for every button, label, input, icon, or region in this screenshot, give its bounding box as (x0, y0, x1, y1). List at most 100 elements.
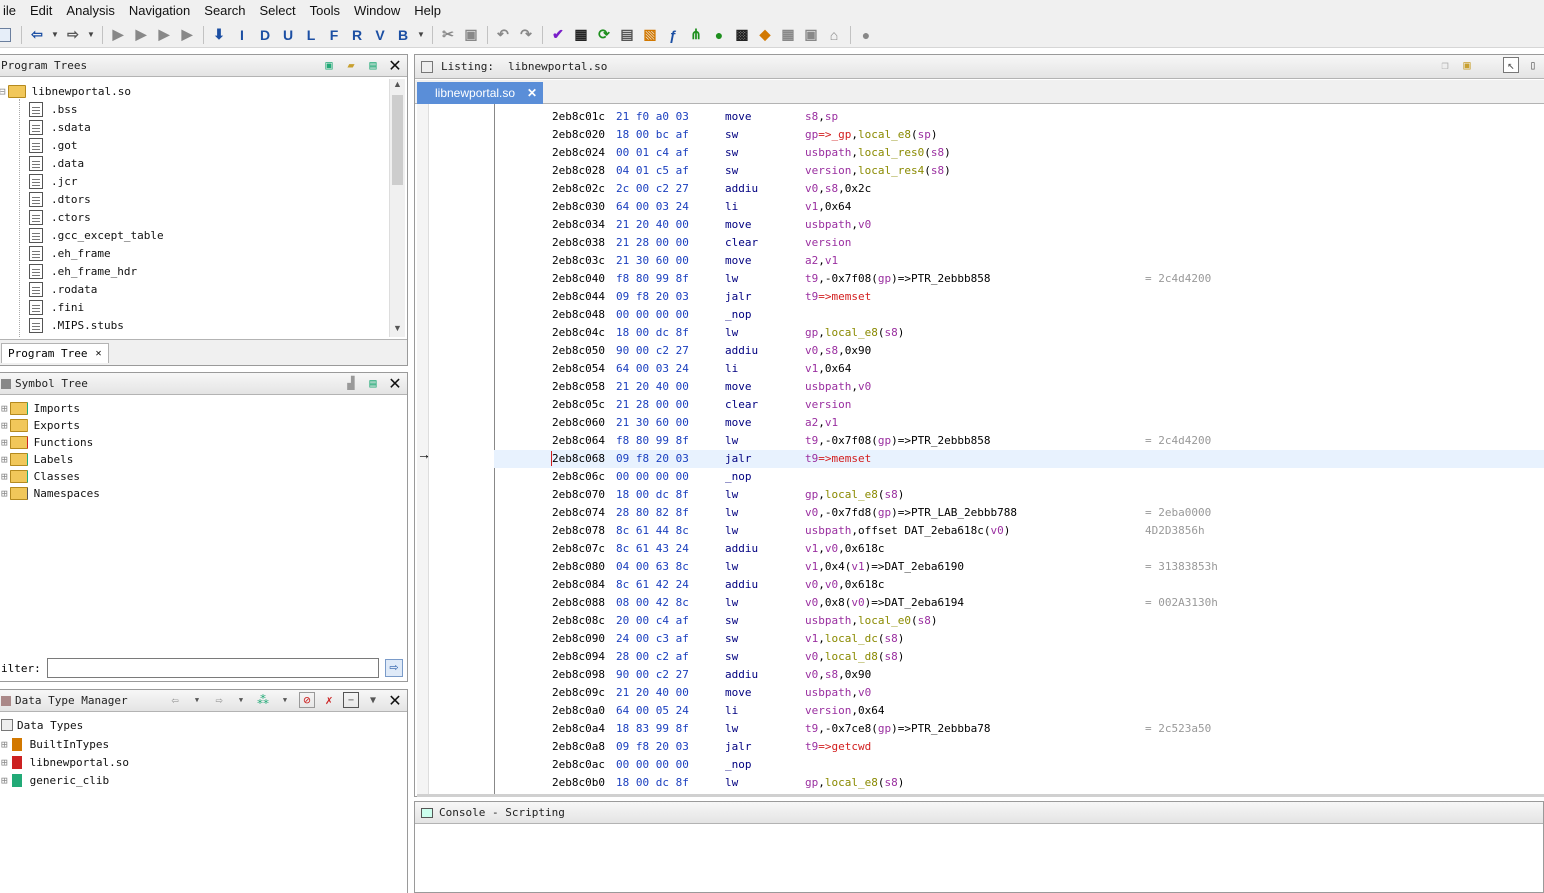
collapse-all-icon[interactable]: − (343, 692, 359, 708)
next-reference-button[interactable]: R (346, 24, 368, 46)
data-type-archive[interactable]: ⊞ generic_clib (1, 771, 109, 789)
next-label-button[interactable]: L (300, 24, 322, 46)
menu-tools[interactable]: Tools (303, 0, 347, 22)
data-type-archive[interactable]: ⊞ libnewportal.so (1, 753, 129, 771)
tree-item[interactable]: .got (29, 136, 78, 154)
listing-row[interactable]: 2eb8c034 21 20 40 00 move usbpath,v0 (417, 216, 1544, 234)
next-data-button[interactable]: D (254, 24, 276, 46)
listing-row[interactable]: 2eb8c0ac 00 00 00 00 _nop (417, 756, 1544, 774)
export-icon[interactable]: ▣ (800, 24, 822, 46)
listing-row[interactable]: 2eb8c074 28 80 82 8f lw v0,-0x7fd8(gp)=>PTR… (417, 504, 1544, 522)
close-icon[interactable]: ✕ (387, 374, 403, 393)
expand-icon[interactable]: ⊞ (1, 402, 8, 415)
listing-row[interactable]: 2eb8c03c 21 30 60 00 move a2,v1 (417, 252, 1544, 270)
expand-icon[interactable]: ⊞ (1, 436, 8, 449)
decompiler-icon[interactable]: ▩ (731, 24, 753, 46)
expand-icon[interactable]: ⊞ (1, 470, 8, 483)
tree-item[interactable]: .bss (29, 100, 78, 118)
listing-row[interactable]: 2eb8c098 90 00 c2 27 addiu v0,s8,0x90 (417, 666, 1544, 684)
symbol-tree-item[interactable]: ⊞ Classes (1, 467, 80, 485)
filter-options-icon[interactable]: ⇨ (385, 659, 403, 677)
symbol-tree-item[interactable]: ⊞ Functions (1, 433, 93, 451)
listing-row[interactable]: 2eb8c050 90 00 c2 27 addiu v0,s8,0x90 (417, 342, 1544, 360)
tree-item[interactable]: .jcr (29, 172, 78, 190)
listing-row[interactable]: 2eb8c08c 20 00 c4 af sw usbpath,local_e0(s8… (417, 612, 1544, 630)
listing-row[interactable]: 2eb8c030 64 00 03 24 li v1,0x64 (417, 198, 1544, 216)
next-label-icon[interactable]: ▶ (176, 24, 198, 46)
menu-window[interactable]: Window (347, 0, 407, 22)
listing-row[interactable]: 2eb8c040 f8 80 99 8f lw t9,-0x7f08(gp)=>PTR… (417, 270, 1544, 288)
back-arrow-icon[interactable]: ⇦ (167, 692, 183, 708)
symbol-tree-item[interactable]: ⊞ Labels (1, 450, 73, 468)
listing-row[interactable]: 2eb8c060 21 30 60 00 move a2,v1 (417, 414, 1544, 432)
next-instruction-icon[interactable]: ▶ (130, 24, 152, 46)
listing-row[interactable]: 2eb8c054 64 00 03 24 li v1,0x64 (417, 360, 1544, 378)
listing-row[interactable]: 2eb8c084 8c 61 42 24 addiu v0,v0,0x618c (417, 576, 1544, 594)
scroll-down-icon[interactable]: ▼ (390, 323, 405, 337)
listing-row[interactable]: 2eb8c048 00 00 00 00 _nop (417, 306, 1544, 324)
scroll-up-icon[interactable]: ▲ (390, 79, 405, 93)
checkmark-icon[interactable]: ✔ (547, 24, 569, 46)
listing-row[interactable]: 2eb8c0b0 18 00 dc 8f lw gp,local_e8(s8) (417, 774, 1544, 792)
redo-icon[interactable]: ↷ (515, 24, 537, 46)
tree-item[interactable]: .eh_frame (29, 244, 111, 262)
vertical-scrollbar[interactable]: ▲ ▼ (389, 79, 405, 337)
symbol-tree-item[interactable]: ⊞ Namespaces (1, 484, 100, 502)
forward-dropdown-icon[interactable]: ▼ (233, 692, 249, 708)
more-icon[interactable]: ▯ (1525, 57, 1541, 73)
memory-map-icon[interactable]: ▤ (616, 24, 638, 46)
bookmark-dropdown-icon[interactable]: ▼ (415, 24, 427, 46)
expand-icon[interactable]: ⊞ (1, 419, 8, 432)
menu-select[interactable]: Select (252, 0, 302, 22)
no-pointers-icon[interactable]: ✗ (321, 692, 337, 708)
symbol-tree-item[interactable]: ⊞ Imports (1, 399, 80, 417)
tree-item[interactable]: .rodata (29, 280, 97, 298)
undo-icon[interactable]: ↶ (492, 24, 514, 46)
back-arrow-icon[interactable]: ⇦ (26, 24, 48, 46)
paste-icon[interactable]: ▣ (460, 24, 482, 46)
menu-search[interactable]: Search (197, 0, 252, 22)
copy-icon[interactable]: ❐ (1437, 57, 1453, 73)
listing-row[interactable]: 2eb8c078 8c 61 44 8c lw usbpath,offset DAT_… (417, 522, 1544, 540)
tab-program-tree[interactable]: Program Tree ✕ (1, 343, 109, 363)
next-value-button[interactable]: V (369, 24, 391, 46)
tree-item[interactable]: .dtors (29, 190, 91, 208)
listing-row[interactable]: 2eb8c064 f8 80 99 8f lw t9,-0x7f08(gp)=>PTR… (417, 432, 1544, 450)
tool-icon[interactable]: ⌂ (823, 24, 845, 46)
open-folder-icon[interactable]: ▰ (343, 57, 359, 73)
console-output[interactable] (415, 828, 1543, 892)
filter-dropdown-icon[interactable]: ▼ (277, 692, 293, 708)
forward-arrow-icon[interactable]: ⇨ (62, 24, 84, 46)
tab-listing-program[interactable]: libnewportal.so ✕ (417, 82, 544, 104)
listing-row[interactable]: 2eb8c080 04 00 63 8c lw v1,0x4(v1)=>DAT_2eb… (417, 558, 1544, 576)
listing-row[interactable]: 2eb8c058 21 20 40 00 move usbpath,v0 (417, 378, 1544, 396)
expand-icon[interactable]: ⊞ (1, 453, 8, 466)
filter-input[interactable] (47, 658, 379, 678)
expand-icon[interactable]: ⊞ (1, 756, 8, 769)
new-tree-icon[interactable]: ▣ (321, 57, 337, 73)
filter-types-icon[interactable]: ⁂ (255, 692, 271, 708)
function-graph-icon[interactable]: ƒ (662, 24, 684, 46)
listing-view[interactable]: 2eb8c01c 21 f0 a0 03 move s8,sp 2eb8c020 18 0… (417, 104, 1544, 794)
menu-help[interactable]: Help (407, 0, 448, 22)
tree-item[interactable]: .sdata (29, 118, 91, 136)
listing-row[interactable]: 2eb8c0a4 18 83 99 8f lw t9,-0x7ce8(gp)=>PTR… (417, 720, 1544, 738)
tree-item[interactable]: .gcc_except_table (29, 226, 164, 244)
listing-row[interactable]: 2eb8c07c 8c 61 43 24 addiu v1,v0,0x618c (417, 540, 1544, 558)
data-type-archive[interactable]: ⊞ BuiltInTypes (1, 735, 109, 753)
next-instruction-button[interactable]: I (231, 24, 253, 46)
tree-item[interactable]: .fini (29, 298, 84, 316)
listing-row[interactable]: 2eb8c094 28 00 c2 af sw v0,local_d8(s8) (417, 648, 1544, 666)
scroll-thumb[interactable] (392, 95, 403, 185)
back-dropdown-icon[interactable]: ▼ (189, 692, 205, 708)
back-dropdown-icon[interactable]: ▼ (49, 24, 61, 46)
forward-arrow-icon[interactable]: ⇨ (211, 692, 227, 708)
menu-dropdown-icon[interactable]: ▼ (365, 692, 381, 708)
export-icon[interactable]: ▤ (365, 375, 381, 391)
tree-item[interactable]: .data (29, 154, 84, 172)
listing-row[interactable]: 2eb8c068 09 f8 20 03 jalr t9=>memset (494, 450, 1544, 468)
data-type-icon[interactable]: ▧ (639, 24, 661, 46)
listing-row[interactable]: 2eb8c06c 00 00 00 00 _nop (417, 468, 1544, 486)
disassemble-icon[interactable]: ▦ (570, 24, 592, 46)
tree-item[interactable]: .MIPS.stubs (29, 316, 124, 334)
